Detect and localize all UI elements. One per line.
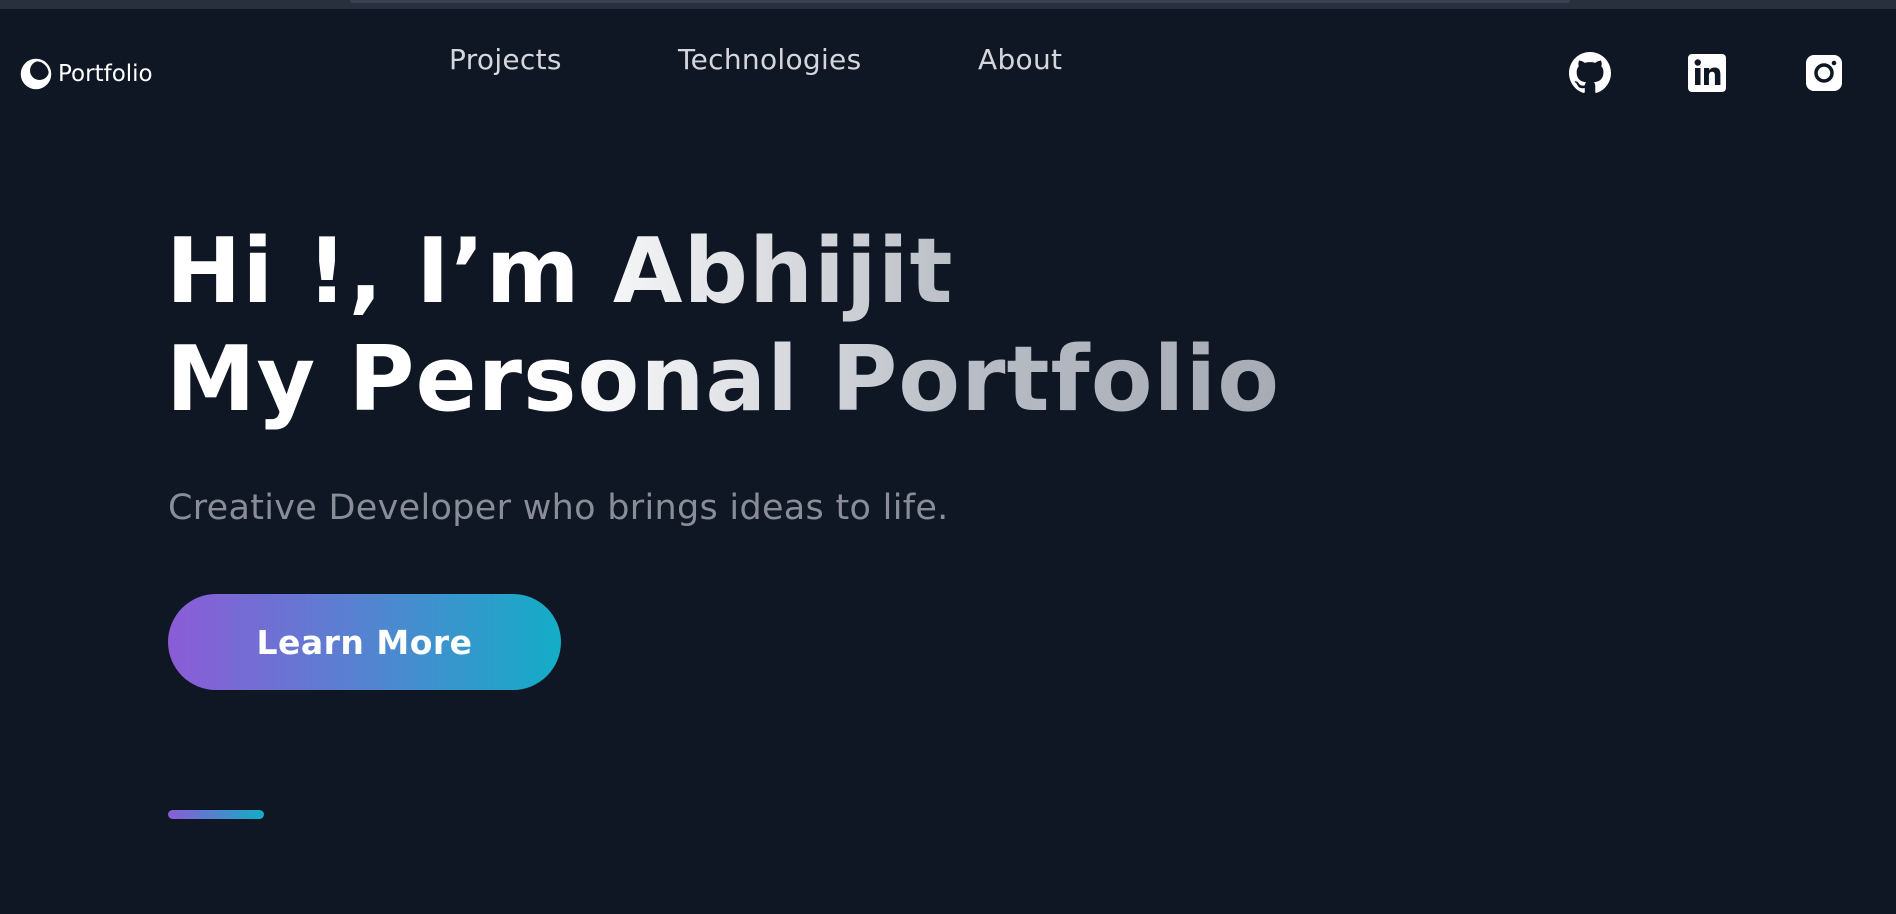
github-icon[interactable] bbox=[1569, 52, 1611, 98]
brand-name: Portfolio bbox=[58, 61, 153, 87]
hero-subtitle: Creative Developer who brings ideas to l… bbox=[168, 488, 949, 528]
gradient-divider bbox=[168, 810, 264, 819]
horizontal-scrollbar[interactable] bbox=[350, 0, 1570, 3]
hero-title-line-2: My Personal Portfolio bbox=[166, 327, 1281, 432]
hero-title-line-1: Hi !, I’m Abhijit bbox=[166, 219, 954, 324]
brand-logo-link[interactable]: Portfolio bbox=[20, 58, 153, 90]
browser-top-bar bbox=[0, 0, 1896, 9]
instagram-icon[interactable] bbox=[1803, 52, 1845, 98]
portfolio-page: Portfolio Projects Technologies About Hi… bbox=[0, 0, 1896, 914]
hero-title: Hi !, I’m Abhijit My Personal Portfolio bbox=[166, 218, 1280, 434]
learn-more-button[interactable]: Learn More bbox=[168, 594, 561, 690]
linkedin-icon[interactable] bbox=[1686, 52, 1728, 98]
nav-link-technologies[interactable]: Technologies bbox=[678, 43, 861, 76]
crescent-circle-icon bbox=[20, 58, 52, 90]
nav-link-projects[interactable]: Projects bbox=[449, 43, 562, 76]
nav-link-about[interactable]: About bbox=[978, 43, 1062, 76]
